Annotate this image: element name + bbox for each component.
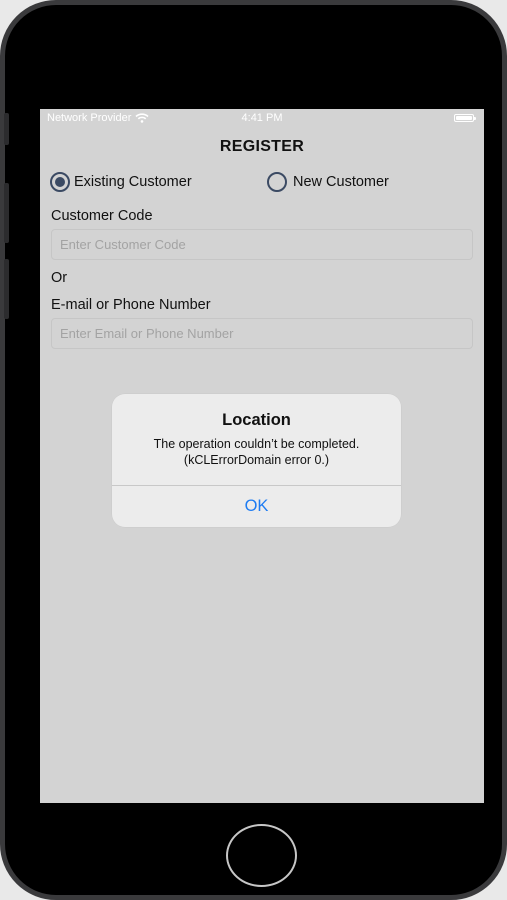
radio-button-selected[interactable] [50, 172, 70, 192]
page-title: REGISTER [219, 138, 305, 155]
radio-existing-label: Existing Customer [74, 174, 192, 190]
volume-down-button [4, 259, 9, 319]
radio-new-label: New Customer [293, 174, 389, 190]
status-bar: Network Provider 4:41 PM [40, 109, 484, 129]
radio-button-unselected[interactable] [267, 172, 287, 192]
mute-switch [4, 113, 9, 145]
alert-message: The operation couldn’t be completed. (kC… [120, 436, 393, 468]
radio-existing-customer[interactable]: Existing Customer [50, 172, 192, 192]
customer-code-input[interactable] [51, 229, 473, 260]
email-phone-label: E-mail or Phone Number [51, 297, 211, 313]
alert-dialog: Location The operation couldn’t be compl… [112, 394, 401, 527]
status-time: 4:41 PM [241, 112, 283, 124]
alert-message-line1: The operation couldn’t be completed. [153, 437, 360, 451]
radio-new-customer[interactable]: New Customer [267, 172, 389, 192]
email-phone-input[interactable] [51, 318, 473, 349]
alert-ok-button[interactable]: OK [112, 486, 401, 527]
customer-code-label: Customer Code [51, 208, 153, 224]
home-button[interactable] [226, 824, 297, 887]
volume-up-button [4, 183, 9, 243]
alert-title: Location [222, 411, 291, 429]
alert-message-line2: (kCLErrorDomain error 0.) [183, 453, 330, 467]
or-separator: Or [51, 270, 68, 286]
battery-icon [454, 114, 476, 122]
